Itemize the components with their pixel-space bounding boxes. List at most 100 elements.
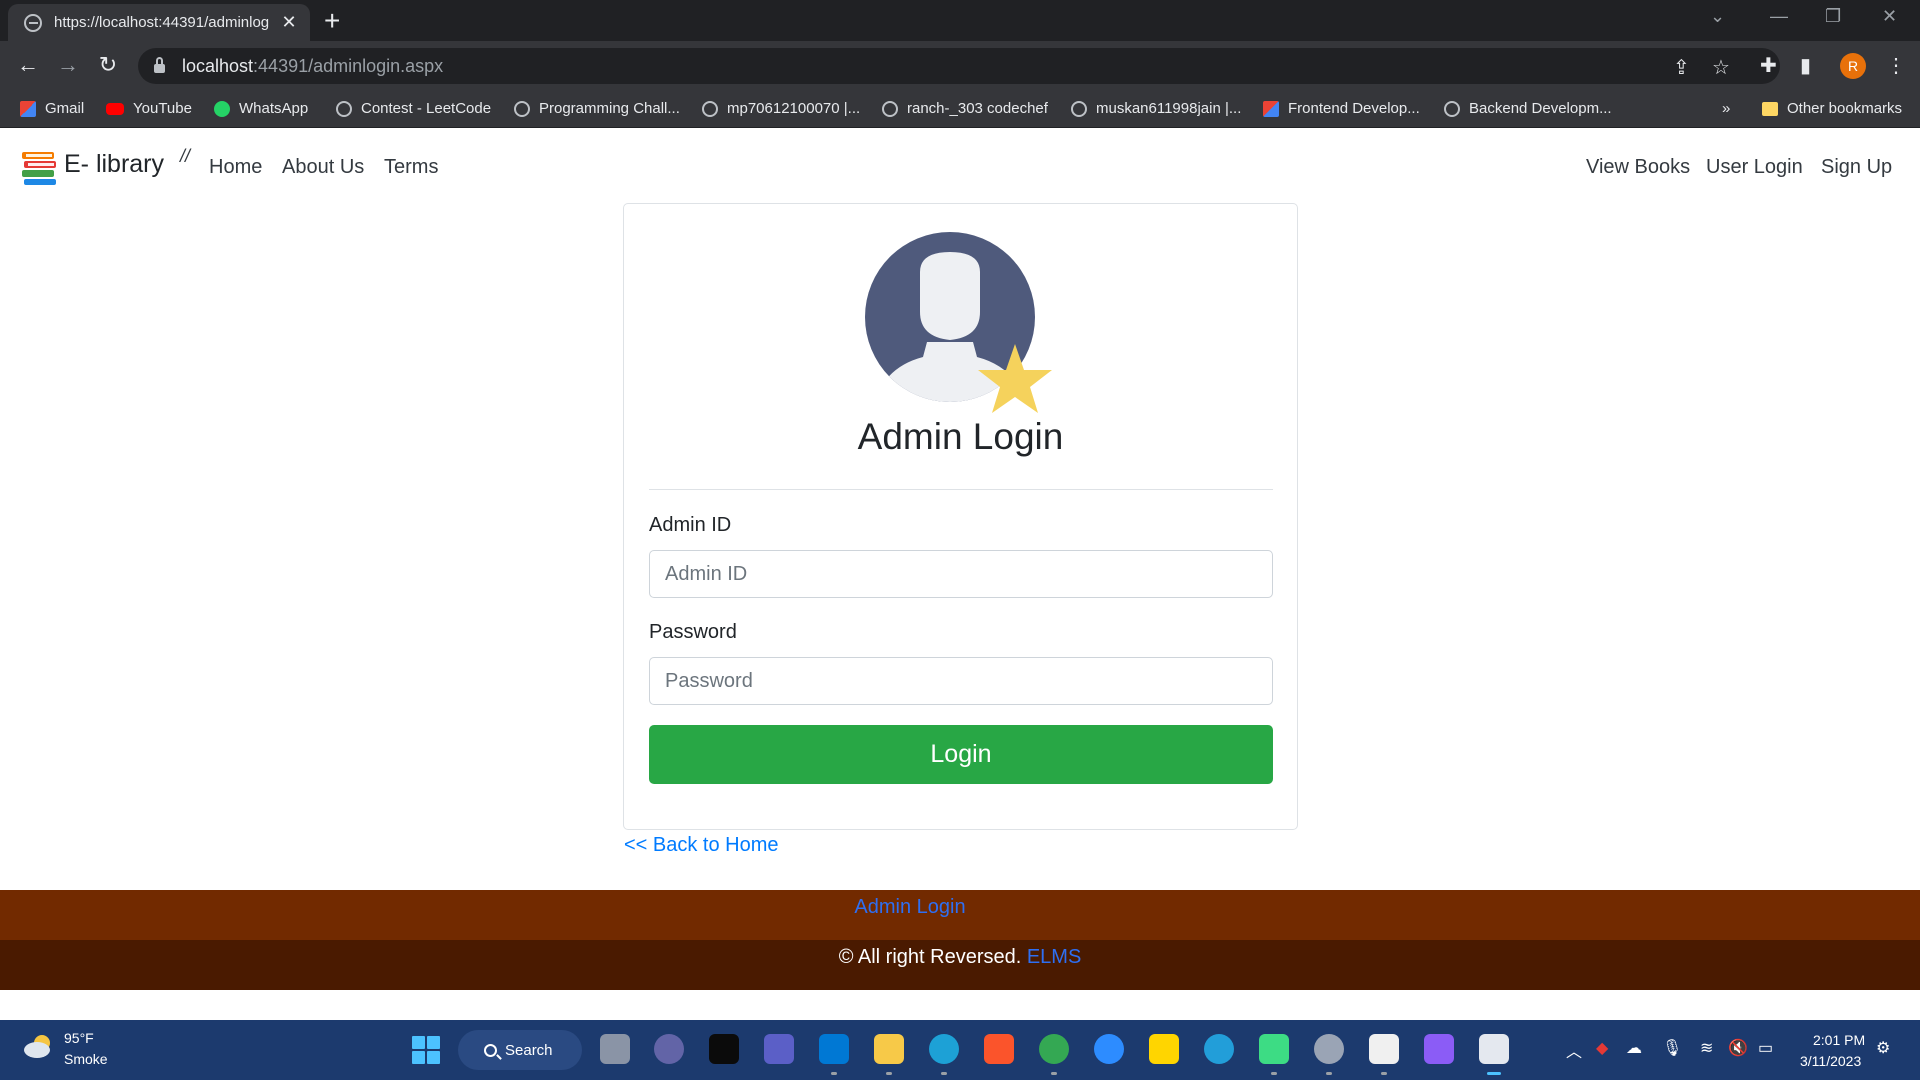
- youtube-icon: [106, 102, 124, 115]
- sticky-notes-icon[interactable]: [1149, 1034, 1179, 1064]
- telegram-icon[interactable]: [1204, 1034, 1234, 1064]
- globe-icon: [1444, 100, 1460, 117]
- weather-temperature[interactable]: 95°F: [64, 1030, 94, 1046]
- browser-tab[interactable]: https://localhost:44391/adminlog ✕: [8, 4, 310, 41]
- bookmark-muskan[interactable]: muskan611998jain |...: [1071, 100, 1241, 117]
- extensions-icon[interactable]: ✚: [1760, 53, 1777, 78]
- close-window-icon[interactable]: ✕: [1882, 6, 1897, 27]
- file-explorer-icon[interactable]: [874, 1034, 904, 1075]
- admin-id-input[interactable]: [649, 550, 1273, 598]
- search-icon: [484, 1043, 497, 1057]
- back-to-home-link[interactable]: << Back to Home: [624, 834, 779, 857]
- url-path: :44391/adminlogin.aspx: [253, 55, 444, 76]
- footer-admin-login-link[interactable]: Admin Login: [854, 896, 965, 919]
- forward-icon[interactable]: →: [54, 52, 82, 78]
- close-tab-icon[interactable]: ✕: [280, 12, 298, 33]
- minimize-icon[interactable]: —: [1770, 6, 1788, 27]
- page-title: Admin Login: [857, 416, 1064, 457]
- url-host: localhost: [182, 55, 254, 76]
- battery-icon[interactable]: ▭: [1758, 1038, 1773, 1058]
- volume-muted-icon[interactable]: 🔇: [1728, 1038, 1748, 1058]
- bookmark-frontend[interactable]: Frontend Develop...: [1263, 100, 1420, 117]
- brave-icon[interactable]: [984, 1034, 1014, 1064]
- nav-about-us[interactable]: About Us: [282, 156, 364, 179]
- reload-icon[interactable]: ↻: [94, 52, 122, 78]
- bookmark-leetcode[interactable]: Contest - LeetCode: [336, 100, 491, 117]
- nav-sign-up[interactable]: Sign Up: [1821, 156, 1892, 179]
- nav-terms[interactable]: Terms: [384, 156, 438, 179]
- copyright-text: © All right Reversed.: [838, 946, 1027, 968]
- bookmarks-bar: Gmail YouTube WhatsApp Contest - LeetCod…: [0, 91, 1920, 128]
- globe-icon: [702, 100, 718, 117]
- new-tab-button[interactable]: +: [324, 6, 340, 36]
- folder-icon: [1762, 101, 1778, 116]
- whatsapp-icon: [214, 100, 230, 117]
- wifi-icon[interactable]: ≋: [1700, 1038, 1713, 1058]
- bookmarks-overflow-icon[interactable]: »: [1722, 100, 1730, 117]
- share-icon[interactable]: ⇪: [1673, 55, 1690, 80]
- taskbar-search[interactable]: Search: [458, 1030, 582, 1070]
- chrome-icon[interactable]: [1039, 1034, 1069, 1075]
- bookmark-youtube[interactable]: YouTube: [106, 100, 192, 117]
- bookmark-backend[interactable]: Backend Developm...: [1444, 100, 1612, 117]
- settings-icon[interactable]: [1314, 1034, 1344, 1075]
- nav-view-books[interactable]: View Books: [1586, 156, 1690, 179]
- store-icon[interactable]: [1369, 1034, 1399, 1075]
- lock-icon[interactable]: [154, 57, 165, 73]
- restore-icon[interactable]: ❐: [1825, 6, 1841, 27]
- tray-chevron-icon[interactable]: ︿: [1566, 1038, 1582, 1062]
- teams-icon[interactable]: [764, 1034, 794, 1064]
- menu-icon[interactable]: ⋮: [1886, 53, 1906, 78]
- clock-date[interactable]: 3/11/2023: [1800, 1053, 1861, 1069]
- tab-search-icon[interactable]: ⌄: [1710, 6, 1725, 27]
- safari-icon[interactable]: [1094, 1034, 1124, 1064]
- git-icon[interactable]: [1259, 1034, 1289, 1075]
- windows-start-icon[interactable]: [412, 1036, 440, 1064]
- dev-icon[interactable]: [709, 1034, 739, 1064]
- globe-icon: [1071, 100, 1087, 117]
- site-navbar: E- library // Home About Us Terms View B…: [0, 128, 1920, 204]
- weather-condition[interactable]: Smoke: [64, 1051, 108, 1067]
- admin-id-label: Admin ID: [649, 514, 732, 536]
- books-logo-icon[interactable]: [20, 148, 58, 186]
- password-label: Password: [649, 621, 737, 643]
- mcafee-icon[interactable]: ◆: [1596, 1038, 1608, 1058]
- notifications-icon[interactable]: ⚙: [1876, 1038, 1890, 1058]
- back-icon[interactable]: ←: [14, 52, 42, 78]
- other-bookmarks[interactable]: Other bookmarks: [1762, 100, 1902, 117]
- address-bar[interactable]: localhost :44391/adminlogin.aspx ⇪ ☆: [138, 48, 1780, 84]
- meet-icon[interactable]: [654, 1034, 684, 1064]
- browser-toolbar: ← → ↻ localhost :44391/adminlogin.aspx ⇪…: [0, 41, 1920, 91]
- bookmark-codechef[interactable]: ranch-_303 codechef: [882, 100, 1048, 117]
- tab-title: https://localhost:44391/adminlog: [54, 14, 270, 31]
- clock-time[interactable]: 2:01 PM: [1813, 1032, 1865, 1048]
- profile-avatar[interactable]: R: [1840, 53, 1866, 79]
- snipping-tool-icon[interactable]: [1479, 1034, 1509, 1075]
- edge-icon[interactable]: [929, 1034, 959, 1075]
- password-input[interactable]: [649, 657, 1273, 705]
- onedrive-icon[interactable]: ☁: [1626, 1038, 1642, 1058]
- admin-avatar-icon: [865, 232, 1052, 413]
- globe-icon: [882, 100, 898, 117]
- windows-taskbar: 95°F Smoke Search ︿ ◆ ☁ 🎙 ≋ 🔇 ▭ 2:01 PM …: [0, 1020, 1920, 1080]
- bookmark-star-icon[interactable]: ☆: [1712, 55, 1730, 80]
- bookmark-mp[interactable]: mp70612100070 |...: [702, 100, 860, 117]
- login-button[interactable]: Login: [649, 725, 1273, 784]
- bookmark-gmail[interactable]: Gmail: [20, 100, 84, 117]
- bookmark-programming[interactable]: Programming Chall...: [514, 100, 680, 117]
- gmail-icon: [20, 100, 36, 117]
- vscode-icon[interactable]: [819, 1034, 849, 1075]
- gmail-icon: [1263, 100, 1279, 117]
- side-panel-icon[interactable]: ▮: [1800, 53, 1811, 78]
- footer-elms-link[interactable]: ELMS: [1027, 946, 1081, 968]
- task-view-icon[interactable]: [600, 1034, 630, 1064]
- nav-user-login[interactable]: User Login: [1706, 156, 1803, 179]
- divider: [649, 489, 1273, 490]
- globe-icon: [24, 13, 42, 32]
- nav-home[interactable]: Home: [209, 156, 262, 179]
- cloudy-weather-icon[interactable]: [22, 1033, 56, 1059]
- bookmark-whatsapp[interactable]: WhatsApp: [214, 100, 308, 117]
- visual-studio-icon[interactable]: [1424, 1034, 1454, 1064]
- microphone-icon[interactable]: 🎙: [1662, 1038, 1682, 1058]
- brand-name[interactable]: E- library: [64, 150, 164, 179]
